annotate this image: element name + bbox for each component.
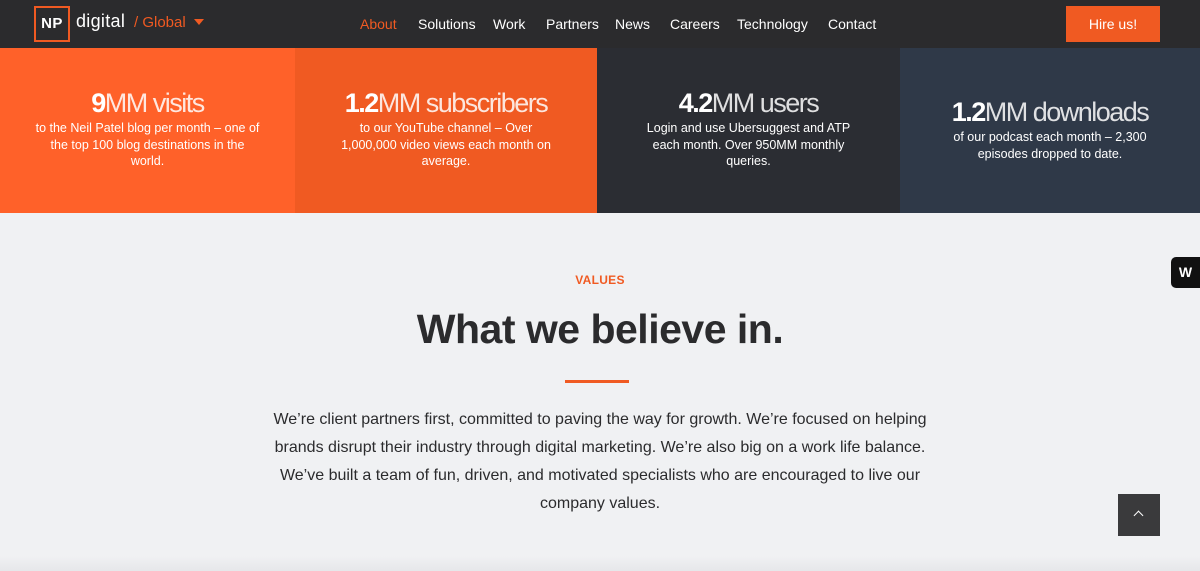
top-navigation: NP digital / Global About Solutions Work…	[0, 0, 1200, 48]
nav-item-contact[interactable]: Contact	[828, 16, 876, 32]
stat-description: Login and use Ubersuggest and ATP each m…	[646, 121, 851, 168]
nav-item-partners[interactable]: Partners	[546, 16, 599, 32]
section-headline: What we believe in.	[416, 306, 784, 352]
stat-blog-visits: 9MM visits to the Neil Patel blog per mo…	[0, 48, 295, 213]
back-to-top-button[interactable]	[1118, 494, 1160, 536]
stat-ubersuggest-users: 4.2MM users Login and use Ubersuggest an…	[597, 48, 900, 213]
nav-item-solutions[interactable]: Solutions	[418, 16, 476, 32]
stat-description: to our YouTube channel – Over 1,000,000 …	[341, 121, 551, 168]
section-eyebrow: VALUES	[575, 273, 625, 287]
nav-item-careers[interactable]: Careers	[670, 16, 720, 32]
nav-item-technology[interactable]: Technology	[737, 16, 808, 32]
next-section-edge	[0, 556, 1200, 571]
stat-podcast-downloads: 1.2MM downloads of our podcast each mont…	[900, 48, 1200, 213]
stat-figure: 1.2MM subscribers	[344, 88, 549, 118]
stat-figure: 4.2MM users	[678, 88, 820, 118]
stat-youtube-subscribers: 1.2MM subscribers to our YouTube channel…	[295, 48, 597, 213]
stats-band: 9MM visits to the Neil Patel blog per mo…	[0, 48, 1200, 213]
stat-description: to the Neil Patel blog per month – one o…	[35, 121, 260, 168]
nav-item-about[interactable]: About	[360, 16, 397, 32]
stat-figure: 1.2MM downloads	[951, 97, 1150, 127]
hire-us-button[interactable]: Hire us!	[1066, 6, 1160, 42]
chevron-up-icon	[1133, 510, 1144, 521]
stat-figure: 9MM visits	[91, 88, 205, 118]
nav-item-news[interactable]: News	[615, 16, 650, 32]
side-badge-button[interactable]: W	[1171, 257, 1200, 288]
stat-description: of our podcast each month – 2,300 episod…	[953, 130, 1147, 161]
nav-item-work[interactable]: Work	[493, 16, 525, 32]
accent-divider	[565, 380, 629, 383]
main-menu: About Solutions Work Partners News Caree…	[0, 16, 1200, 36]
values-paragraph: We’re client partners first, committed t…	[273, 411, 927, 512]
